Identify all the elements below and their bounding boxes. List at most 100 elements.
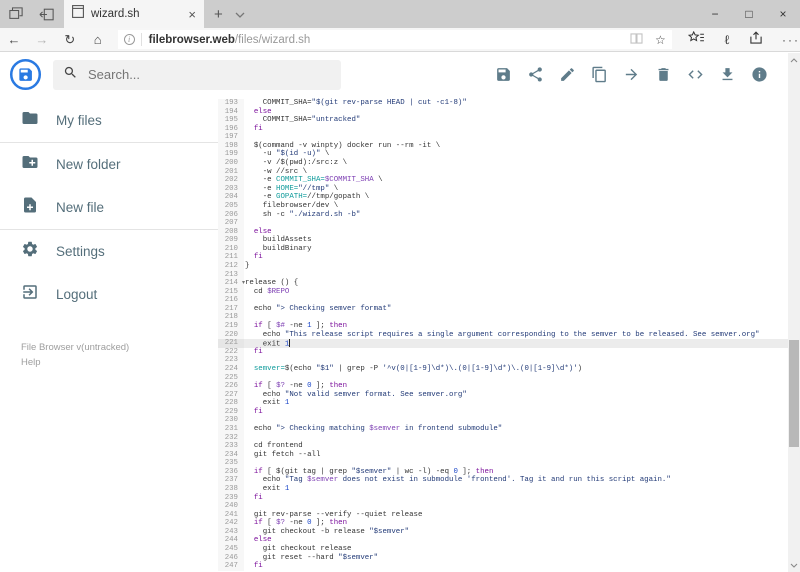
help-link[interactable]: Help xyxy=(21,355,218,370)
back-icon[interactable]: ← xyxy=(0,32,28,47)
code-line[interactable]: 225 xyxy=(218,373,788,383)
save-button[interactable] xyxy=(494,66,512,84)
tabs-set-aside-icon[interactable] xyxy=(38,6,54,22)
code-line[interactable]: 221 exit 1 xyxy=(218,339,788,349)
delete-button[interactable] xyxy=(654,66,672,84)
edit-button[interactable] xyxy=(558,66,576,84)
code-line[interactable]: 227 echo "Not valid semver format. See s… xyxy=(218,390,788,400)
code-line[interactable]: 237 echo "Tag $semver does not exist in … xyxy=(218,476,788,486)
code-line[interactable]: 230 xyxy=(218,416,788,425)
code-line[interactable]: 242 if [ $? -ne 0 ]; then xyxy=(218,519,788,528)
move-button[interactable] xyxy=(622,66,640,84)
code-line[interactable]: 228 exit 1 xyxy=(218,399,788,408)
close-button[interactable]: × xyxy=(766,0,800,28)
sidebar-item-new-file[interactable]: New file xyxy=(0,186,218,229)
code-line[interactable]: 217 echo "> Checking semver format" xyxy=(218,304,788,314)
code-line[interactable]: 204 -e GOPATH=//tmp/gopath \ xyxy=(218,193,788,202)
search-input[interactable] xyxy=(88,67,308,82)
code-line[interactable]: 206 sh -c "./wizard.sh -b" xyxy=(218,210,788,220)
code-line[interactable]: 240 xyxy=(218,502,788,511)
code-line[interactable]: 215 cd $REPO xyxy=(218,287,788,297)
code-line[interactable]: 202 -e COMMIT_SHA=$COMMIT_SHA \ xyxy=(218,176,788,185)
share-icon[interactable] xyxy=(749,30,763,49)
search-box[interactable] xyxy=(53,59,341,90)
code-line[interactable]: 247 fi xyxy=(218,562,788,571)
code-line[interactable]: 201 -w //src \ xyxy=(218,167,788,177)
favorites-hub-icon[interactable] xyxy=(687,30,705,49)
code-line[interactable]: 211 fi xyxy=(218,253,788,262)
site-info-icon[interactable]: i xyxy=(123,34,135,45)
code-line[interactable]: 207 xyxy=(218,219,788,228)
home-icon[interactable]: ⌂ xyxy=(84,32,112,47)
code-line[interactable]: 241 git rev-parse --verify --quiet relea… xyxy=(218,510,788,520)
code-line[interactable]: 245 git checkout release xyxy=(218,545,788,554)
sidebar-item-new-folder[interactable]: New folder xyxy=(0,143,218,186)
code-line[interactable]: 193 COMMIT_SHA="$(git rev-parse HEAD | c… xyxy=(218,99,788,108)
code-line[interactable]: 239 fi xyxy=(218,493,788,503)
code-line[interactable]: 246 git reset --hard "$semver" xyxy=(218,553,788,563)
download-button[interactable] xyxy=(718,66,736,84)
code-line[interactable]: 216 xyxy=(218,296,788,305)
code-line[interactable]: 205 filebrowser/dev \ xyxy=(218,201,788,211)
address-bar[interactable]: i filebrowser.web/files/wizard.sh ☆ xyxy=(117,30,672,49)
info-button[interactable] xyxy=(750,66,768,84)
code-line[interactable]: 196 fi xyxy=(218,124,788,134)
code-line[interactable]: 220 echo "This release script requires a… xyxy=(218,330,788,340)
code-line[interactable]: 244 else xyxy=(218,536,788,546)
set-tabs-aside-icon[interactable] xyxy=(8,6,24,22)
code-editor[interactable]: 193 COMMIT_SHA="$(git rev-parse HEAD | c… xyxy=(218,97,788,572)
code-line[interactable]: 218 xyxy=(218,313,788,323)
code-line[interactable]: 198 $(command -v winpty) docker run --rm… xyxy=(218,141,788,151)
code-line[interactable]: 197 xyxy=(218,133,788,142)
code-line[interactable]: 236 if [ $(git tag | grep "$semver" | wc… xyxy=(218,467,788,477)
code-line[interactable]: 243 git checkout -b release "$semver" xyxy=(218,527,788,537)
add-favorite-star-icon[interactable]: ☆ xyxy=(655,33,666,47)
code-line[interactable]: 238 exit 1 xyxy=(218,485,788,494)
code-line[interactable]: 195 COMMIT_SHA="untracked" xyxy=(218,116,788,125)
version-link[interactable]: File Browser v(untracked) xyxy=(21,340,218,355)
code-line[interactable]: 212} xyxy=(218,261,788,271)
code-line[interactable]: 208 else xyxy=(218,227,788,237)
code-line[interactable]: 223 xyxy=(218,356,788,365)
code-line[interactable]: 210 buildBinary xyxy=(218,244,788,254)
browser-menu-icon[interactable]: ··· xyxy=(782,33,800,47)
sidebar-item-logout[interactable]: Logout xyxy=(0,273,218,316)
code-line[interactable]: 199 -u "$(id -u)" \ xyxy=(218,150,788,160)
code-line[interactable]: 226 if [ $? -ne 0 ]; then xyxy=(218,382,788,391)
sidebar-item-settings[interactable]: Settings xyxy=(0,230,218,273)
page-scrollbar[interactable] xyxy=(788,53,800,572)
code-line[interactable]: 233 cd frontend xyxy=(218,442,788,451)
code-line[interactable]: 222 fi xyxy=(218,347,788,357)
code-line[interactable]: 194 else xyxy=(218,107,788,117)
tab-preview-chevron-icon[interactable] xyxy=(235,5,245,23)
minimize-button[interactable]: − xyxy=(698,0,732,28)
copy-button[interactable] xyxy=(590,66,608,84)
code-line[interactable]: 234 git fetch --all xyxy=(218,450,788,460)
code-line[interactable]: 200 -v /$(pwd):/src:z \ xyxy=(218,159,788,168)
sidebar-item-my-files[interactable]: My files xyxy=(0,99,218,142)
web-notes-pen-icon[interactable]: ℓ xyxy=(724,32,730,48)
code-line[interactable]: 235 xyxy=(218,459,788,468)
code-line[interactable]: 224 semver=$(echo "$1" | grep -P '^v(0|[… xyxy=(218,364,788,374)
code-line[interactable]: 231 echo "> Checking matching $semver in… xyxy=(218,424,788,434)
code-line[interactable]: 213 xyxy=(218,270,788,280)
code-line[interactable]: 232 xyxy=(218,433,788,443)
scroll-up-icon[interactable] xyxy=(788,54,800,66)
tab-close-icon[interactable]: × xyxy=(188,7,196,22)
filebrowser-logo[interactable] xyxy=(9,58,42,91)
code-line[interactable]: 203 -e HOME="//tmp" \ xyxy=(218,184,788,194)
code-line[interactable]: 219 if [ $# -ne 1 ]; then xyxy=(218,322,788,331)
reading-view-icon[interactable] xyxy=(630,31,643,49)
code-line[interactable]: 209 buildAssets xyxy=(218,236,788,245)
code-line[interactable]: 229 fi xyxy=(218,407,788,417)
refresh-icon[interactable]: ↻ xyxy=(56,32,84,48)
fold-arrow-icon[interactable]: ▾ xyxy=(242,279,245,288)
code-line[interactable]: 214 ▾ release () { xyxy=(218,279,788,288)
scroll-down-icon[interactable] xyxy=(788,559,800,571)
maximize-button[interactable]: □ xyxy=(732,0,766,28)
share-button[interactable] xyxy=(526,66,544,84)
scrollbar-thumb[interactable] xyxy=(789,340,799,447)
forward-icon[interactable]: → xyxy=(28,32,56,47)
code-button[interactable] xyxy=(686,66,704,84)
new-tab-button[interactable]: + xyxy=(214,6,223,23)
